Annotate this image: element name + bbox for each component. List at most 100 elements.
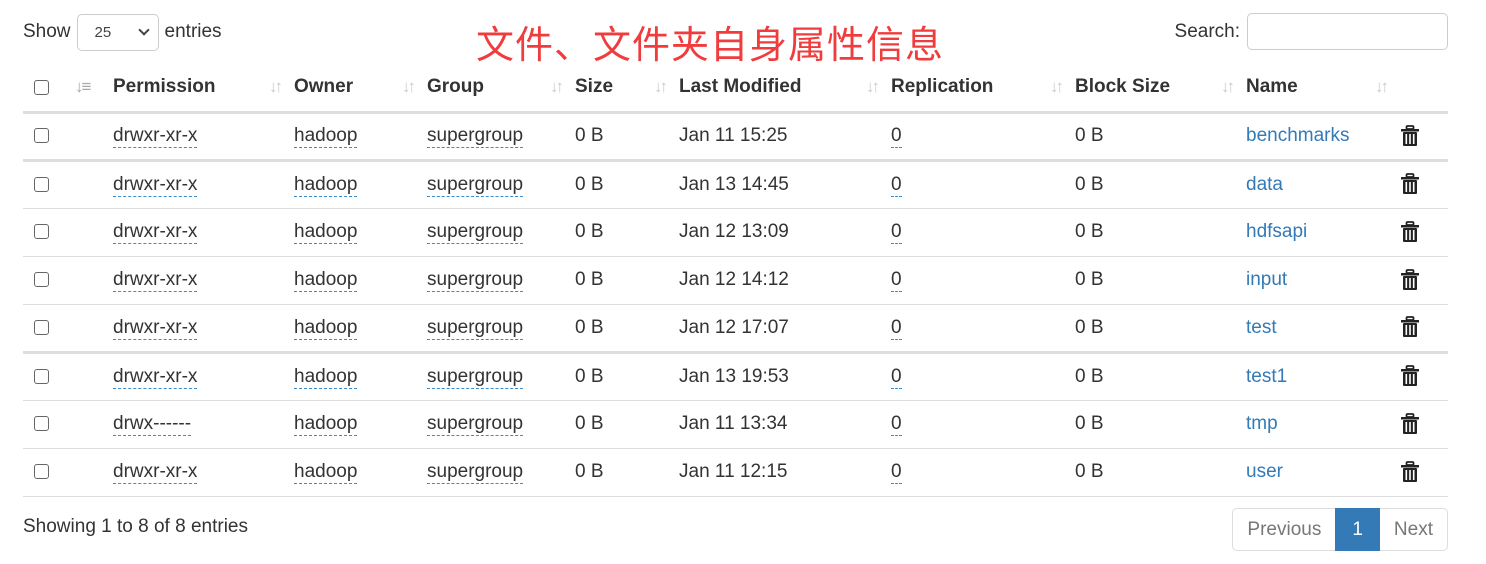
permission-link[interactable]: drwxr-xr-x [113,365,198,389]
search-input[interactable] [1247,13,1448,50]
row-checkbox[interactable] [34,319,49,335]
col-label: Last Modified [679,76,802,98]
block-size-cell: 0 B [1075,256,1246,305]
next-button[interactable]: Next [1379,508,1448,551]
permission-cell: drwxr-xr-x [113,208,294,257]
replication-link[interactable]: 0 [891,173,902,197]
sort-icon: ↓↑ [654,77,668,96]
replication-link[interactable]: 0 [891,221,902,244]
group-link[interactable]: supergroup [427,269,524,292]
owner-link[interactable]: hadoop [294,125,358,148]
sort-asc-icon: ↓≡ [75,77,91,96]
page-1-button[interactable]: 1 [1335,508,1380,551]
group-link[interactable]: supergroup [427,173,524,197]
replication-link[interactable]: 0 [891,125,902,148]
search-control: Search: [1175,13,1448,50]
group-link[interactable]: supergroup [427,316,524,340]
trash-icon[interactable] [1400,461,1420,483]
row-select-cell [23,448,73,497]
modified-cell: Jan 12 13:09 [679,208,891,257]
trash-icon[interactable] [1400,125,1420,147]
owner-link[interactable]: hadoop [294,269,358,292]
row-checkbox[interactable] [34,464,49,480]
replication-link[interactable]: 0 [891,316,902,340]
group-cell: supergroup [427,448,575,497]
name-cell: data [1246,160,1400,209]
previous-button[interactable]: Previous [1232,508,1336,551]
owner-link[interactable]: hadoop [294,461,358,484]
size-cell: 0 B [575,160,679,209]
permission-link[interactable]: drwxr-xr-x [113,125,198,148]
select-all-checkbox[interactable] [34,79,49,95]
replication-link[interactable]: 0 [891,413,902,436]
col-block-size[interactable]: Block Size ↓↑ [1075,64,1246,114]
trash-icon[interactable] [1400,365,1420,387]
page-length-select[interactable]: 25 [76,13,159,51]
modified-cell: Jan 11 13:34 [679,400,891,449]
owner-link[interactable]: hadoop [294,413,358,436]
group-link[interactable]: supergroup [427,221,524,244]
chevron-down-icon [137,24,150,36]
permission-cell: drwxr-xr-x [113,160,294,209]
sort-column-header[interactable]: ↓≡ [73,64,113,114]
row-select-cell [23,304,73,354]
col-name[interactable]: Name ↓↑ [1246,64,1400,114]
name-link[interactable]: hdfsapi [1246,221,1307,242]
name-link[interactable]: user [1246,461,1283,482]
modified-cell: Jan 13 14:45 [679,160,891,209]
row-checkbox[interactable] [34,128,49,144]
permission-cell: drwxr-xr-x [113,256,294,305]
replication-link[interactable]: 0 [891,461,902,484]
row-checkbox[interactable] [34,224,49,240]
size-cell: 0 B [575,112,679,162]
name-link[interactable]: test1 [1246,366,1287,387]
name-link[interactable]: input [1246,269,1287,290]
owner-link[interactable]: hadoop [294,316,358,340]
owner-link[interactable]: hadoop [294,173,358,197]
group-link[interactable]: supergroup [427,461,524,484]
permission-link[interactable]: drwxr-xr-x [113,173,198,197]
trash-icon[interactable] [1400,173,1420,195]
permission-link[interactable]: drwx------ [113,413,192,436]
trash-icon[interactable] [1400,413,1420,435]
name-link[interactable]: benchmarks [1246,125,1350,146]
trash-icon[interactable] [1400,221,1420,243]
permission-link[interactable]: drwxr-xr-x [113,316,198,340]
size-cell: 0 B [575,256,679,305]
col-owner[interactable]: Owner ↓↑ [294,64,427,114]
owner-link[interactable]: hadoop [294,221,358,244]
name-link[interactable]: tmp [1246,413,1278,434]
col-size[interactable]: Size ↓↑ [575,64,679,114]
permission-link[interactable]: drwxr-xr-x [113,221,198,244]
owner-link[interactable]: hadoop [294,365,358,389]
trash-icon[interactable] [1400,316,1420,338]
permission-link[interactable]: drwxr-xr-x [113,269,198,292]
owner-cell: hadoop [294,112,427,162]
name-link[interactable]: data [1246,174,1283,195]
row-checkbox[interactable] [34,368,49,384]
replication-link[interactable]: 0 [891,269,902,292]
replication-link[interactable]: 0 [891,365,902,389]
name-link[interactable]: test [1246,317,1277,338]
table-row: drwx------ hadoop supergroup 0 B Jan 11 13:3… [23,400,1448,449]
group-link[interactable]: supergroup [427,125,524,148]
permission-link[interactable]: drwxr-xr-x [113,461,198,484]
group-link[interactable]: supergroup [427,413,524,436]
size-cell: 0 B [575,208,679,257]
col-permission[interactable]: Permission ↓↑ [113,64,294,114]
row-checkbox[interactable] [34,176,49,192]
spacer-cell [73,448,113,497]
row-select-cell [23,208,73,257]
col-group[interactable]: Group ↓↑ [427,64,575,114]
block-size-cell: 0 B [1075,448,1246,497]
group-link[interactable]: supergroup [427,365,524,389]
trash-icon[interactable] [1400,269,1420,291]
table-info: Showing 1 to 8 of 8 entries [23,516,248,537]
row-checkbox[interactable] [34,416,49,432]
row-checkbox[interactable] [34,272,49,288]
col-last-modified[interactable]: Last Modified ↓↑ [679,64,891,114]
block-size-cell: 0 B [1075,112,1246,162]
col-replication[interactable]: Replication ↓↑ [891,64,1075,114]
spacer-cell [73,160,113,209]
spacer-cell [73,400,113,449]
